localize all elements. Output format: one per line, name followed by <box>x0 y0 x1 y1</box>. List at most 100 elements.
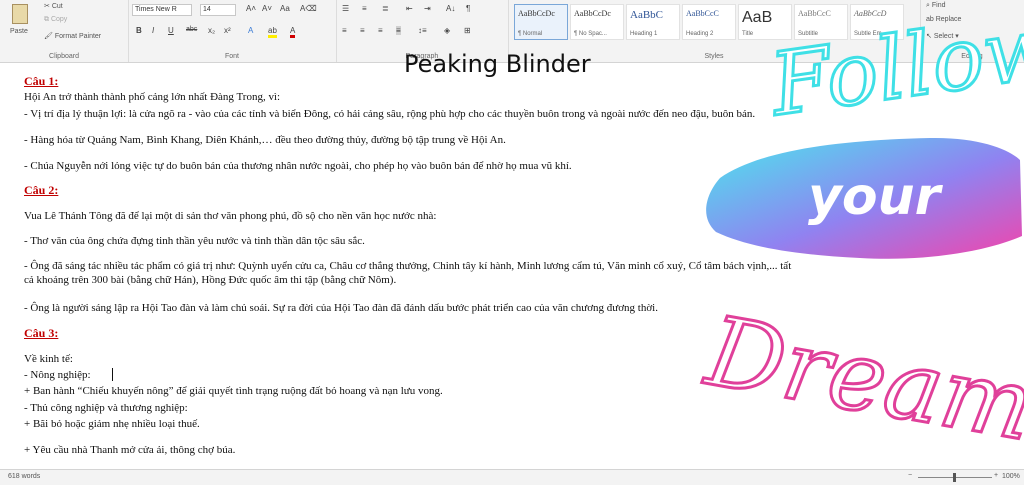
style-heading-1[interactable]: AaBbC Heading 1 <box>626 4 680 40</box>
replace-button[interactable]: ab Replace <box>926 16 961 23</box>
numbering-icon[interactable]: ≡ <box>362 4 367 13</box>
style-preview: AaBbCcDc <box>518 9 555 18</box>
change-case-icon[interactable]: Aa <box>280 4 290 13</box>
text-effects-icon[interactable]: A <box>248 26 253 35</box>
text-line: - Nông nghiệp: <box>24 369 91 381</box>
format-painter-button[interactable]: 🖌 Format Painter <box>44 32 101 40</box>
paste-button[interactable]: Paste <box>6 2 34 42</box>
select-label: Select <box>933 33 954 40</box>
zoom-slider[interactable] <box>918 473 992 482</box>
document-area[interactable]: Peaking Blinder Câu 1: Hội An trở thành … <box>0 52 1024 469</box>
editing-group-label: Editing <box>961 53 983 60</box>
style-preview: AaBbCcD <box>854 9 887 18</box>
style-preview: AaBbCcDc <box>574 9 611 18</box>
copy-icon: ⧉ <box>44 16 51 23</box>
style-heading-2[interactable]: AaBbCcC Heading 2 <box>682 4 736 40</box>
style-normal[interactable]: AaBbCcDc ¶ Normal <box>514 4 568 40</box>
chevron-down-icon: ▾ <box>953 33 959 40</box>
question-1-heading: Câu 1: <box>24 74 59 88</box>
strikethrough-button[interactable]: abc <box>186 26 197 33</box>
font-color-icon[interactable]: A <box>290 26 296 38</box>
brush-icon: 🖌 <box>44 33 55 40</box>
style-preview: AaBbCcC <box>798 9 831 18</box>
text-line: - Vị trí địa lý thuận lợi: là cửa ngõ ra… <box>24 108 756 120</box>
style-preview: AaB <box>742 9 773 26</box>
font-group-label: Font <box>224 53 239 60</box>
text-line: + Yêu cầu nhà Thanh mở cửa ải, thông chợ… <box>24 444 236 456</box>
decrease-indent-icon[interactable]: ⇤ <box>406 4 413 13</box>
text-cursor <box>112 368 113 381</box>
style-no-spacing[interactable]: AaBbCcDc ¶ No Spac... <box>570 4 624 40</box>
find-label: Find <box>931 2 946 9</box>
line-spacing-icon[interactable]: ↕≡ <box>418 26 427 35</box>
shading-icon[interactable]: ◈ <box>444 26 450 35</box>
text-line: cả khoảng trên 300 bài (bằng chữ Hán), H… <box>24 274 397 286</box>
text-line: - Ông đã sáng tác nhiều tác phẩm có giá … <box>24 260 792 272</box>
clipboard-icon <box>12 4 28 24</box>
style-subtle-emphasis[interactable]: AaBbCcD Subtle Em... <box>850 4 904 40</box>
question-3-heading: Câu 3: <box>24 326 59 340</box>
clear-format-icon[interactable]: A⌫ <box>300 4 317 13</box>
underline-button[interactable]: U <box>168 26 174 35</box>
style-name: ¶ No Spac... <box>574 31 607 37</box>
style-subtitle[interactable]: AaBbCcC Subtitle <box>794 4 848 40</box>
subscript-button[interactable]: x₂ <box>208 26 215 35</box>
superscript-button[interactable]: x² <box>224 26 231 35</box>
text-line: - Hàng hóa từ Quảng Nam, Bình Khang, Diê… <box>24 134 506 146</box>
font-size-select[interactable]: 14 <box>200 4 236 16</box>
word-count[interactable]: 618 words <box>8 473 40 480</box>
copy-label: Copy <box>50 16 68 23</box>
question-2-heading: Câu 2: <box>24 183 59 197</box>
text-line: - Ông là người sáng lập ra Hội Tao đàn v… <box>24 302 658 314</box>
show-marks-icon[interactable]: ¶ <box>466 4 470 13</box>
shrink-font-icon[interactable]: A˅ <box>262 4 272 13</box>
zoom-slider-thumb[interactable] <box>953 473 956 482</box>
bold-button[interactable]: B <box>136 26 142 35</box>
text-line: - Thủ công nghiệp và thương nghiệp: <box>24 402 188 414</box>
text-line: Về kinh tế: <box>24 353 73 365</box>
borders-icon[interactable]: ⊞ <box>464 26 471 35</box>
style-name: ¶ Normal <box>518 31 543 37</box>
cut-button[interactable]: ✂ Cut <box>44 2 63 10</box>
style-preview: AaBbCcC <box>686 9 719 18</box>
text-line: - Chúa Nguyễn nới lỏng việc tự do buôn b… <box>24 160 572 172</box>
cut-label: Cut <box>51 3 63 10</box>
text-line: - Thơ văn của ông chứa đựng tinh thần yê… <box>24 235 365 247</box>
replace-label: Replace <box>935 16 962 23</box>
copy-button[interactable]: ⧉ Copy <box>44 16 67 24</box>
cursor-icon: ↖ <box>926 33 934 40</box>
grow-font-icon[interactable]: A˄ <box>246 4 256 13</box>
align-right-icon[interactable]: ≡ <box>378 26 383 35</box>
find-button[interactable]: ⌕ Find <box>926 2 946 10</box>
page-title: Peaking Blinder <box>404 50 591 78</box>
sort-icon[interactable]: A↓ <box>446 4 455 13</box>
style-preview: AaBbC <box>630 9 663 21</box>
format-painter-label: Format Painter <box>54 33 102 40</box>
select-button[interactable]: ↖ Select ▾ <box>926 32 959 40</box>
font-family-select[interactable]: Times New R <box>132 4 192 16</box>
align-left-icon[interactable]: ≡ <box>342 26 347 35</box>
text-line: + Ban hành “Chiếu khuyến nông” để giải q… <box>24 385 443 397</box>
text-line: Vua Lê Thánh Tông đã để lại một di sản t… <box>24 210 437 222</box>
bullets-icon[interactable]: ☰ <box>342 4 349 13</box>
text-line: + Bãi bỏ hoặc giảm nhẹ nhiều loại thuế. <box>24 418 200 430</box>
zoom-out-button[interactable]: − <box>908 472 912 479</box>
editing-group: ⌕ Find ab Replace ↖ Select ▾ Editing <box>920 0 1024 62</box>
style-name: Subtle Em... <box>854 31 887 37</box>
style-name: Heading 2 <box>686 31 714 37</box>
style-name: Subtitle <box>798 31 819 37</box>
scissors-icon: ✂ <box>44 3 52 10</box>
align-center-icon[interactable]: ≡ <box>360 26 365 35</box>
zoom-level[interactable]: 100% <box>1002 473 1020 480</box>
paste-label: Paste <box>10 28 28 35</box>
italic-button[interactable]: I <box>152 26 154 35</box>
clipboard-group: Paste ✂ Cut ⧉ Copy 🖌 Format Painter Clip… <box>0 0 129 62</box>
increase-indent-icon[interactable]: ⇥ <box>424 4 431 13</box>
style-title[interactable]: AaB Title <box>738 4 792 40</box>
justify-icon[interactable]: ≡ <box>396 26 401 35</box>
zoom-in-button[interactable]: + <box>994 472 998 479</box>
multilevel-list-icon[interactable]: ≣ <box>382 4 389 13</box>
style-name: Title <box>742 31 754 37</box>
highlight-icon[interactable]: ab <box>268 26 277 38</box>
style-name: Heading 1 <box>630 31 658 37</box>
